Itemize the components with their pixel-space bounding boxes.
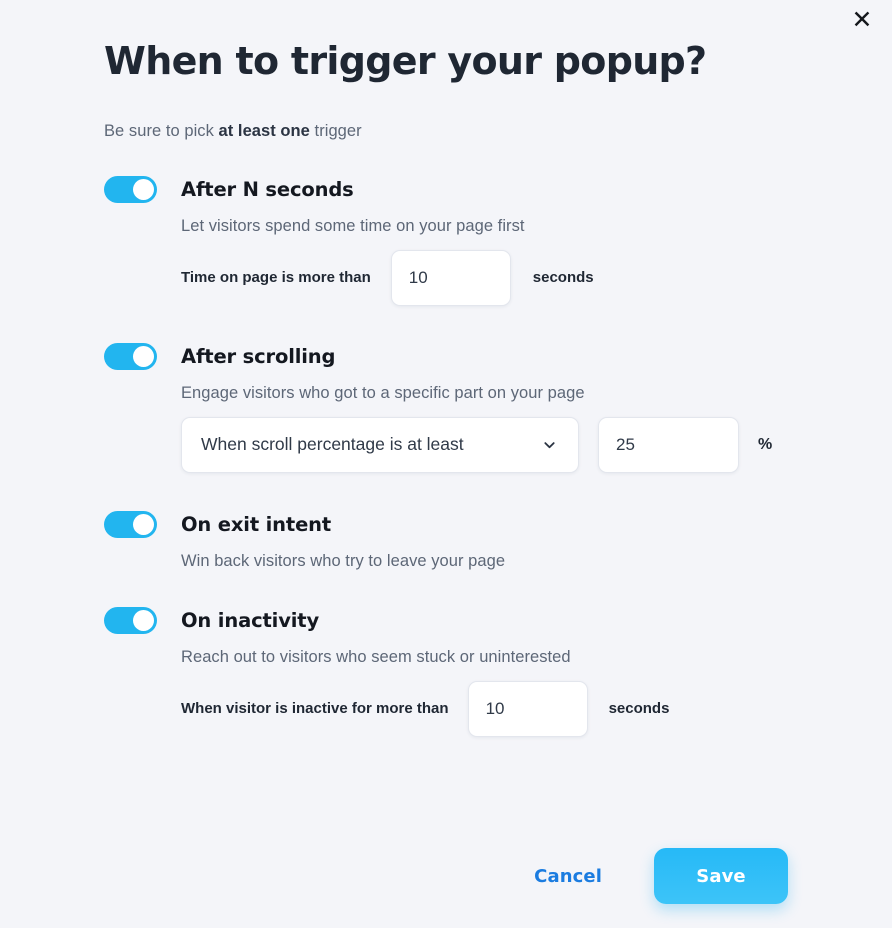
subtitle-suffix: trigger bbox=[309, 121, 362, 140]
toggle-on-inactivity[interactable] bbox=[104, 607, 157, 635]
trigger-controls: When scroll percentage is at least % bbox=[181, 416, 788, 473]
trigger-after-scrolling: After scrolling Engage visitors who got … bbox=[104, 342, 788, 473]
unit-label: % bbox=[758, 435, 773, 453]
subtitle: Be sure to pick at least one trigger bbox=[104, 122, 788, 141]
cancel-button[interactable]: Cancel bbox=[512, 854, 624, 899]
trigger-header: On inactivity bbox=[104, 606, 788, 636]
trigger-title: After N seconds bbox=[181, 178, 354, 202]
trigger-description: Let visitors spend some time on your pag… bbox=[181, 216, 525, 235]
toggle-knob-icon bbox=[133, 346, 154, 368]
subtitle-prefix: Be sure to pick bbox=[104, 121, 219, 140]
scroll-condition-select[interactable]: When scroll percentage is at least bbox=[181, 416, 579, 473]
control-label: When visitor is inactive for more than bbox=[181, 700, 449, 718]
toggle-after-scrolling[interactable] bbox=[104, 343, 157, 371]
trigger-header: On exit intent bbox=[104, 510, 788, 540]
inactivity-seconds-input[interactable] bbox=[467, 680, 588, 737]
subtitle-strong: at least one bbox=[218, 121, 310, 140]
trigger-description: Engage visitors who got to a specific pa… bbox=[181, 383, 585, 402]
trigger-on-exit-intent: On exit intent Win back visitors who try… bbox=[104, 510, 788, 571]
toggle-knob-icon bbox=[133, 514, 154, 536]
unit-label: seconds bbox=[532, 269, 594, 287]
trigger-description: Reach out to visitors who seem stuck or … bbox=[181, 647, 571, 666]
toggle-knob-icon bbox=[133, 610, 154, 632]
trigger-header: After N seconds bbox=[104, 175, 788, 205]
scroll-percentage-input[interactable] bbox=[598, 416, 739, 473]
trigger-controls: Time on page is more than seconds bbox=[181, 249, 788, 306]
toggle-knob-icon bbox=[133, 179, 154, 201]
trigger-title: On exit intent bbox=[181, 513, 332, 537]
seconds-input[interactable] bbox=[390, 249, 511, 306]
trigger-after-n-seconds: After N seconds Let visitors spend some … bbox=[104, 175, 788, 306]
unit-label: seconds bbox=[608, 700, 670, 718]
trigger-header: After scrolling bbox=[104, 342, 788, 372]
trigger-title: On inactivity bbox=[181, 609, 320, 633]
scroll-condition-value: When scroll percentage is at least bbox=[201, 434, 464, 455]
toggle-on-exit-intent[interactable] bbox=[104, 511, 157, 539]
page-title: When to trigger your popup? bbox=[104, 39, 707, 83]
trigger-settings-dialog: When to trigger your popup? Be sure to p… bbox=[0, 0, 892, 928]
trigger-title: After scrolling bbox=[181, 345, 336, 369]
save-button[interactable]: Save bbox=[654, 848, 788, 904]
trigger-description: Win back visitors who try to leave your … bbox=[181, 551, 506, 570]
control-label: Time on page is more than bbox=[181, 269, 371, 287]
trigger-on-inactivity: On inactivity Reach out to visitors who … bbox=[104, 606, 788, 737]
chevron-down-icon bbox=[544, 441, 555, 448]
dialog-footer: Cancel Save bbox=[512, 848, 788, 904]
trigger-controls: When visitor is inactive for more than s… bbox=[181, 680, 788, 737]
toggle-after-n-seconds[interactable] bbox=[104, 176, 157, 204]
